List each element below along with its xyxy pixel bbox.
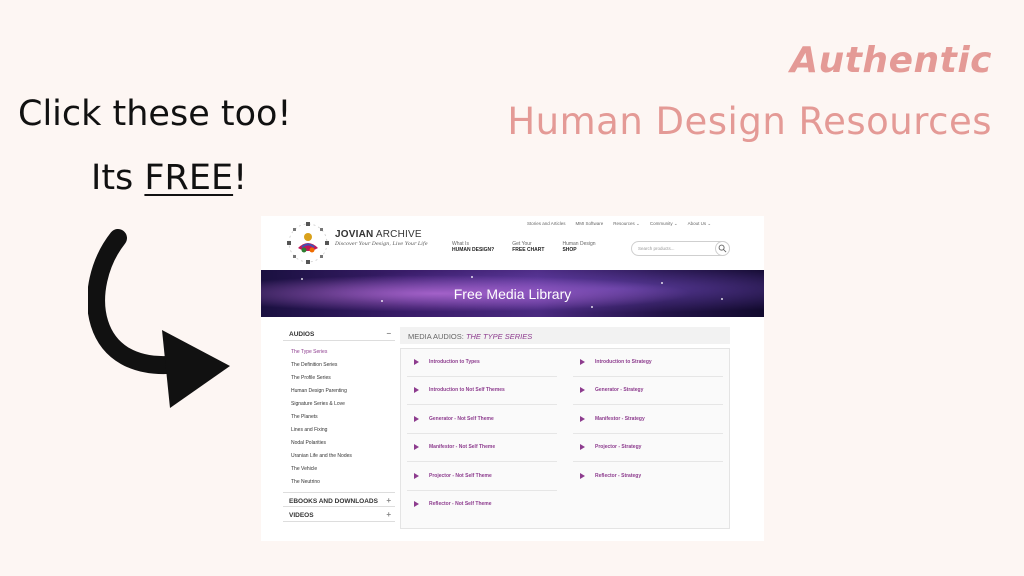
search-input[interactable]: Search products... bbox=[631, 241, 730, 256]
track-item[interactable]: Projector - Strategy bbox=[573, 434, 723, 462]
site-header: JOVIAN ARCHIVE Discover Your Design, Liv… bbox=[261, 216, 764, 270]
sidebar-ebooks-header[interactable]: EBOOKS AND DOWNLOADS + bbox=[283, 492, 395, 507]
top-nav-community[interactable]: Community ⌄ bbox=[650, 221, 678, 227]
top-nav-mmi-software[interactable]: MMI Software bbox=[576, 221, 604, 227]
expand-icon[interactable]: + bbox=[386, 510, 391, 519]
website-screenshot: JOVIAN ARCHIVE Discover Your Design, Liv… bbox=[261, 216, 764, 541]
sidebar-item-definition-series[interactable]: The Definition Series bbox=[291, 359, 395, 372]
banner-star bbox=[301, 278, 303, 280]
sidebar-item-type-series[interactable]: The Type Series bbox=[291, 346, 395, 359]
play-icon[interactable] bbox=[414, 444, 419, 450]
track-item[interactable]: Reflector - Not Self Theme bbox=[407, 491, 557, 519]
sidebar-item-signature-series[interactable]: Signature Series & Love bbox=[291, 398, 395, 411]
track-item[interactable]: Generator - Strategy bbox=[573, 377, 723, 405]
sidebar-videos-header[interactable]: VIDEOS + bbox=[283, 507, 395, 522]
top-nav-stories[interactable]: Stories and Articles bbox=[527, 221, 566, 227]
banner-star bbox=[591, 306, 593, 308]
expand-icon[interactable]: + bbox=[386, 496, 391, 505]
heading-resources: Human Design Resources bbox=[507, 100, 992, 143]
play-icon[interactable] bbox=[414, 473, 419, 479]
audio-series-list: The Type Series The Definition Series Th… bbox=[283, 341, 395, 492]
track-item[interactable]: Reflector - Strategy bbox=[573, 463, 723, 491]
media-library-banner: Free Media Library bbox=[261, 270, 764, 317]
top-nav-about-us[interactable]: About Us ⌄ bbox=[688, 221, 712, 227]
curved-arrow-icon bbox=[88, 229, 230, 408]
banner-title: Free Media Library bbox=[453, 286, 572, 302]
search-icon bbox=[718, 244, 727, 253]
play-icon[interactable] bbox=[414, 359, 419, 365]
play-icon[interactable] bbox=[580, 473, 585, 479]
track-item[interactable]: Generator - Not Self Theme bbox=[407, 406, 557, 434]
top-nav: Stories and Articles MMI Software Resour… bbox=[527, 221, 721, 227]
play-icon[interactable] bbox=[414, 387, 419, 393]
nav-free-chart[interactable]: Get Your FREE CHART bbox=[512, 241, 544, 253]
sidebar: AUDIOS − The Type Series The Definition S… bbox=[283, 326, 395, 522]
collapse-icon[interactable]: − bbox=[386, 329, 391, 338]
callout-free-text: Its FREE! bbox=[91, 158, 248, 198]
logo-tagline: Discover Your Design, Live Your Life bbox=[335, 241, 428, 247]
track-item[interactable]: Introduction to Strategy bbox=[573, 349, 723, 377]
track-item[interactable]: Introduction to Types bbox=[407, 349, 557, 377]
track-list: Introduction to Types Introduction to No… bbox=[400, 348, 730, 529]
main-content: MEDIA AUDIOS: THE TYPE SERIES Introducti… bbox=[400, 327, 730, 529]
heading-authentic: Authentic bbox=[790, 40, 992, 81]
sidebar-audios-header[interactable]: AUDIOS − bbox=[283, 326, 395, 341]
search-button[interactable] bbox=[715, 241, 730, 256]
track-item[interactable]: Introduction to Not Self Themes bbox=[407, 377, 557, 405]
play-icon[interactable] bbox=[580, 387, 585, 393]
main-nav: What Is HUMAN DESIGN? Get Your FREE CHART … bbox=[452, 241, 614, 253]
sidebar-item-lines-fixing[interactable]: Lines and Fixing bbox=[291, 424, 395, 437]
track-item[interactable]: Manifestor - Strategy bbox=[573, 406, 723, 434]
play-icon[interactable] bbox=[414, 416, 419, 422]
logo-name[interactable]: JOVIAN ARCHIVE bbox=[335, 229, 422, 240]
jovian-logo-icon bbox=[287, 222, 329, 264]
sidebar-item-planets[interactable]: The Planets bbox=[291, 411, 395, 424]
sidebar-item-parenting[interactable]: Human Design Parenting bbox=[291, 385, 395, 398]
top-nav-resources[interactable]: Resources ⌄ bbox=[613, 221, 640, 227]
nav-shop[interactable]: Human Design SHOP bbox=[562, 241, 595, 253]
track-item[interactable]: Manifestor - Not Self Theme bbox=[407, 434, 557, 462]
play-icon[interactable] bbox=[414, 501, 419, 507]
banner-star bbox=[661, 282, 663, 284]
track-item[interactable]: Projector - Not Self Theme bbox=[407, 463, 557, 491]
nav-what-is-human-design[interactable]: What Is HUMAN DESIGN? bbox=[452, 241, 494, 253]
sidebar-item-profile-series[interactable]: The Profile Series bbox=[291, 372, 395, 385]
media-header: MEDIA AUDIOS: THE TYPE SERIES bbox=[400, 327, 730, 344]
sidebar-item-vehicle[interactable]: The Vehicle bbox=[291, 463, 395, 476]
banner-star bbox=[471, 276, 473, 278]
play-icon[interactable] bbox=[580, 359, 585, 365]
sidebar-item-nodal-polarities[interactable]: Nodal Polarities bbox=[291, 437, 395, 450]
search-placeholder: Search products... bbox=[638, 246, 675, 251]
play-icon[interactable] bbox=[580, 444, 585, 450]
play-icon[interactable] bbox=[580, 416, 585, 422]
sidebar-item-neutrino[interactable]: The Neutrino bbox=[291, 476, 395, 489]
sidebar-item-uranian-life[interactable]: Uranian Life and the Nodes bbox=[291, 450, 395, 463]
callout-click-text: Click these too! bbox=[18, 94, 292, 134]
